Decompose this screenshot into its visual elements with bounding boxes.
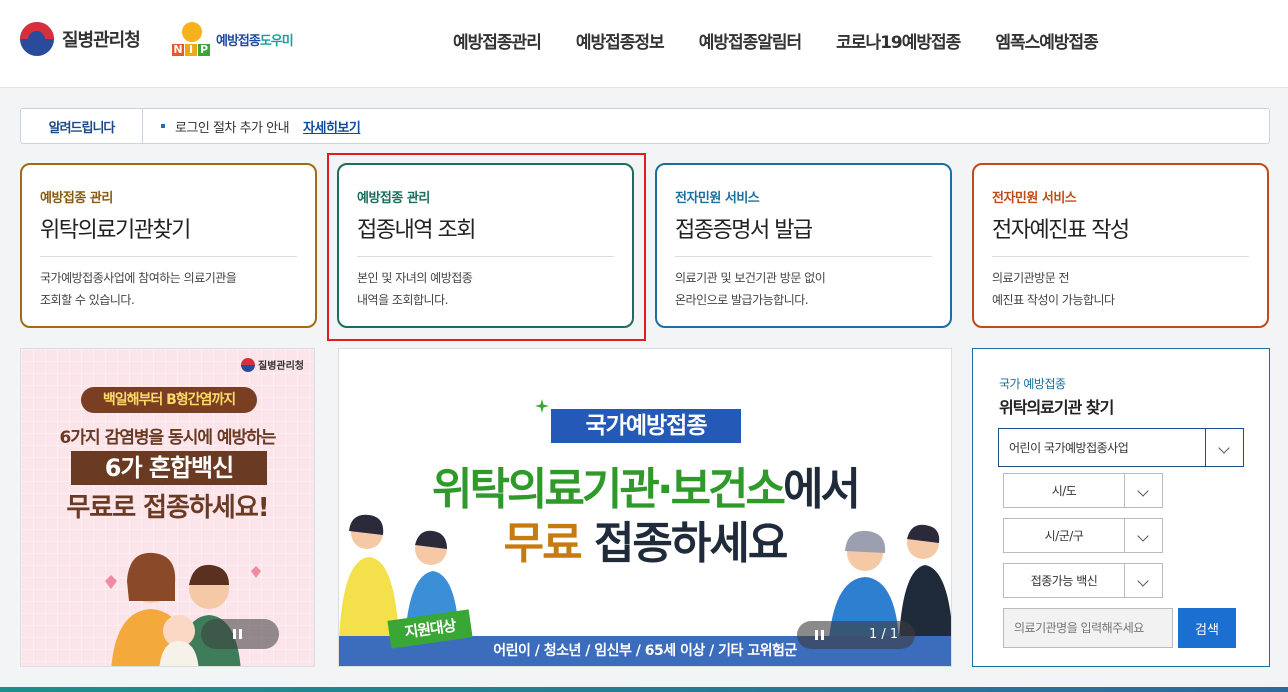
card-certificate[interactable]: 전자민원 서비스 접종증명서 발급 의료기관 및 보건기관 방문 없이 온라인으… [655, 163, 952, 328]
card-category: 예방접종 관리 [40, 191, 113, 206]
chevron-down-icon[interactable] [1124, 564, 1162, 597]
left-promo-banner[interactable]: 질병관리청 백일해부터 B형간염까지 6가지 감염병을 동시에 예방하는 6가 … [20, 348, 315, 667]
chevron-down-icon[interactable] [1124, 519, 1162, 552]
nip-text-part1: 예방접종 [216, 33, 261, 49]
card-title: 접종내역 조회 [357, 212, 614, 257]
card-e-questionnaire[interactable]: 전자민원 서비스 전자예진표 작성 의료기관방문 전 예진표 작성이 가능합니다 [972, 163, 1269, 328]
nip-letter-i: I [185, 44, 197, 56]
slider-controls[interactable]: 1 / 1 [797, 621, 915, 649]
card-description: 의료기관방문 전 예진표 작성이 가능합니다 [992, 267, 1249, 311]
taegeuk-icon [20, 22, 54, 56]
site-header: 질병관리청 N I P 예방접종도우미 예방접종관리 예방접종정보 예방접종알림… [0, 0, 1288, 88]
clinic-name-input[interactable] [1003, 608, 1173, 648]
nav-mpox-vaccination[interactable]: 엠폭스예방접종 [995, 28, 1098, 53]
program-select[interactable]: 어린이 국가예방접종사업 [998, 428, 1244, 467]
card-desc-line: 본인 및 자녀의 예방접종 [357, 271, 473, 285]
nip-sun-icon: N I P [172, 22, 212, 56]
kdca-logo-text: 질병관리청 [62, 30, 141, 51]
nav-vaccination-info[interactable]: 예방접종정보 [576, 28, 665, 53]
notice-label: 알려드립니다 [21, 109, 143, 143]
bottom-accent-bar [0, 687, 1288, 692]
card-title: 접종증명서 발급 [675, 212, 932, 257]
card-vaccination-history[interactable]: 예방접종 관리 접종내역 조회 본인 및 자녀의 예방접종 내역을 조회합니다. [337, 163, 634, 328]
taegeuk-icon [241, 357, 255, 372]
card-desc-line: 국가예방접종사업에 참여하는 의료기관을 [40, 271, 237, 285]
main-nav: 예방접종관리 예방접종정보 예방접종알림터 코로나19예방접종 엠폭스예방접종 [453, 28, 1099, 53]
vaccine-select-value: 접종가능 백신 [1030, 574, 1098, 588]
pause-icon[interactable] [821, 630, 824, 640]
sido-select[interactable]: 시/도 [1003, 473, 1163, 508]
slider-page-indicator: 1 / 1 [869, 627, 899, 642]
nav-covid19-vaccination[interactable]: 코로나19예방접종 [836, 28, 961, 53]
nav-vaccination-notice[interactable]: 예방접종알림터 [699, 28, 802, 53]
pause-icon[interactable] [815, 630, 818, 640]
nip-letter-p: P [198, 43, 210, 56]
sigungu-select-value: 시/군/구 [1044, 529, 1084, 543]
search-button[interactable]: 검색 [1178, 608, 1236, 648]
pause-button[interactable] [201, 619, 279, 649]
card-desc-line: 예진표 작성이 가능합니다 [992, 293, 1115, 307]
card-desc-line: 온라인으로 발급가능합니다. [675, 293, 809, 307]
banner-logo-text: 질병관리청 [258, 361, 304, 372]
card-description: 국가예방접종사업에 참여하는 의료기관을 조회할 수 있습니다. [40, 267, 297, 311]
headline-orange: 무료 [503, 518, 583, 569]
card-category: 전자민원 서비스 [992, 191, 1077, 206]
card-description: 의료기관 및 보건기관 방문 없이 온라인으로 발급가능합니다. [675, 267, 932, 311]
notice-text[interactable]: 로그인 절차 추가 안내 [175, 117, 290, 136]
banner-subtitle: 6가지 감염병을 동시에 예방하는 [59, 428, 277, 448]
card-desc-line: 의료기관방문 전 [992, 271, 1070, 285]
finder-title: 위탁의료기관 찾기 [999, 398, 1114, 417]
program-select-value: 어린이 국가예방접종사업 [1009, 441, 1129, 455]
card-title: 위탁의료기관찾기 [40, 212, 297, 257]
sigungu-select[interactable]: 시/군/구 [1003, 518, 1163, 553]
main-promo-banner[interactable]: 국가예방접종 위탁의료기관·보건소에서 무료 접종하세요 어린이 / 청소년 /… [338, 348, 952, 667]
pause-icon [233, 629, 236, 639]
card-title: 전자예진표 작성 [992, 212, 1249, 257]
bullet-icon [161, 124, 165, 128]
kdca-logo[interactable]: 질병관리청 [20, 22, 141, 56]
card-desc-line: 의료기관 및 보건기관 방문 없이 [675, 271, 826, 285]
notice-bar: 알려드립니다 로그인 절차 추가 안내 자세히보기 [20, 108, 1270, 144]
nip-letter-n: N [172, 43, 184, 56]
card-category: 예방접종 관리 [357, 191, 430, 206]
finder-category: 국가 예방접종 [999, 377, 1066, 391]
banner-tag: 국가예방접종 [551, 409, 741, 443]
chevron-down-icon[interactable] [1124, 474, 1162, 507]
vaccine-select[interactable]: 접종가능 백신 [1003, 563, 1163, 598]
nip-logo-text: 예방접종도우미 [216, 30, 294, 49]
banner-pill-text: 백일해부터 B형간염까지 [81, 387, 257, 413]
card-find-clinic[interactable]: 예방접종 관리 위탁의료기관찾기 국가예방접종사업에 참여하는 의료기관을 조회… [20, 163, 317, 328]
pause-icon [239, 629, 242, 639]
chevron-down-icon[interactable] [1205, 429, 1243, 466]
banner-headline: 무료로 접종하세요! [66, 493, 269, 523]
sparkle-icon [535, 399, 549, 413]
card-desc-line: 조회할 수 있습니다. [40, 293, 135, 307]
card-desc-line: 내역을 조회합니다. [357, 293, 448, 307]
nip-text-part2: 도우미 [259, 33, 294, 49]
headline-dark: 접종하세요 [580, 518, 788, 569]
sido-select-value: 시/도 [1051, 484, 1077, 498]
clinic-finder-panel: 국가 예방접종 위탁의료기관 찾기 어린이 국가예방접종사업 시/도 시/군/구… [972, 348, 1270, 667]
nip-logo[interactable]: N I P 예방접종도우미 [172, 22, 294, 56]
nav-vaccination-management[interactable]: 예방접종관리 [453, 28, 542, 53]
card-category: 전자민원 서비스 [675, 191, 760, 206]
banner-kdca-logo: 질병관리청 [241, 357, 304, 372]
banner-highlight: 6가 혼합백신 [71, 451, 267, 485]
notice-detail-link[interactable]: 자세히보기 [303, 117, 361, 136]
card-description: 본인 및 자녀의 예방접종 내역을 조회합니다. [357, 267, 614, 311]
